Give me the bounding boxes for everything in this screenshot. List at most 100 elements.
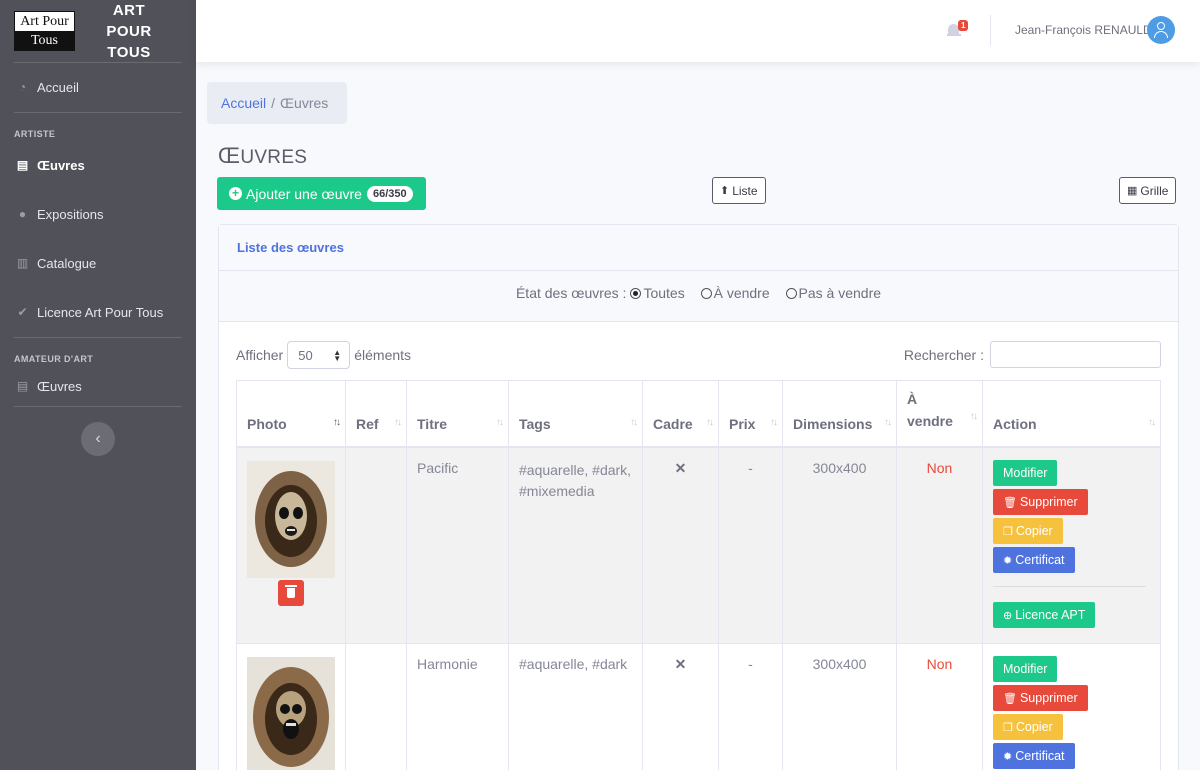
action-cell: Modifier 🗑 Supprimer ❐ Copier ✹ Certificat: [982, 642, 1161, 770]
dashboard-icon: ◔: [18, 80, 27, 94]
column-header-action[interactable]: Action ↑↓: [982, 380, 1161, 448]
trash-icon: 🗑: [1003, 496, 1017, 509]
sidebar-item-label: Catalogue: [37, 256, 97, 271]
users-icon: ●: [18, 207, 27, 221]
table-header-row: Photo ↑↓ Ref ↑↓ Titre ↑↓ Tags ↑↓ Cadre ↑↓ Pri…: [236, 380, 1161, 448]
sort-icon: ↑↓: [970, 410, 978, 422]
sidebar-item-label: Œuvres: [37, 378, 82, 394]
tags-cell: #aquarelle, #dark: [508, 642, 643, 770]
page-length: Afficher 50 ▲ ▼ éléments: [236, 341, 411, 369]
sort-icon: ↑↓: [770, 416, 778, 428]
dimensions-cell: 300x400: [782, 642, 897, 770]
sidebar-item-artist-works[interactable]: ▤ Œuvres: [0, 141, 196, 190]
works-table: Photo ↑↓ Ref ↑↓ Titre ↑↓ Tags ↑↓ Cadre ↑↓ Pri…: [236, 380, 1161, 770]
artwork-thumbnail[interactable]: [247, 656, 335, 770]
edit-button[interactable]: Modifier: [993, 459, 1058, 486]
notification-badge: 1: [958, 20, 969, 31]
column-header-frame[interactable]: Cadre ↑↓: [642, 380, 719, 448]
brand-name: ART POUR TOUS: [106, 1, 152, 61]
grid-icon: ▦: [1127, 185, 1138, 197]
table-row: Pacific #aquarelle, #dark, #mixemedia ✕ …: [236, 446, 1161, 644]
sort-icon: ↑↓: [884, 416, 892, 428]
title-cell: Harmonie: [406, 642, 509, 770]
frame-cell: ✕: [642, 642, 719, 770]
plus-circle-icon: ⊕: [1003, 609, 1013, 622]
frame-cell: ✕: [642, 446, 719, 644]
sidebar-toggle-button[interactable]: ‹: [81, 422, 115, 456]
copy-button[interactable]: ❐ Copier: [993, 713, 1063, 740]
sort-icon: ↑↓: [1148, 416, 1156, 428]
column-header-price[interactable]: Prix ↑↓: [718, 380, 783, 448]
check-circle-icon: ✔: [17, 305, 28, 319]
sort-icon: ↑↓: [630, 416, 638, 428]
column-header-ref[interactable]: Ref ↑↓: [345, 380, 407, 448]
column-header-photo[interactable]: Photo ↑↓: [236, 380, 346, 448]
column-header-for-sale[interactable]: À vendre ↑↓: [896, 380, 983, 448]
breadcrumb-current: Œuvres: [280, 95, 329, 111]
sidebar-item-label: Expositions: [37, 207, 104, 222]
artwork-thumbnail[interactable]: [247, 460, 335, 578]
sort-icon: ↑↓: [394, 416, 402, 428]
photo-cell: [236, 642, 346, 770]
user-icon: [1157, 22, 1165, 30]
topbar-divider: [990, 15, 991, 46]
edit-button[interactable]: Modifier: [993, 655, 1058, 682]
column-header-tags[interactable]: Tags ↑↓: [508, 380, 643, 448]
breadcrumb: Accueil / Œuvres: [207, 82, 347, 124]
photo-cell: [236, 446, 346, 644]
topbar: 1 Jean-François RENAULD: [196, 0, 1200, 62]
certificate-button[interactable]: ✹ Certificat: [993, 742, 1075, 769]
sidebar-item-label: Œuvres: [37, 158, 85, 173]
sidebar-item-catalogue[interactable]: ▥ Catalogue: [0, 239, 196, 288]
avatar[interactable]: [1147, 16, 1175, 44]
sort-icon: ↑↓: [706, 416, 714, 428]
copy-icon: ❐: [1003, 525, 1013, 538]
sidebar-divider: [14, 406, 182, 407]
filter-radio-for-sale[interactable]: [700, 288, 712, 299]
search-input[interactable]: [990, 341, 1161, 368]
grid-view-button[interactable]: ▦ Grille: [1119, 177, 1177, 204]
title-cell: Pacific: [406, 446, 509, 644]
add-work-button[interactable]: + Ajouter une œuvre 66/350: [217, 177, 426, 210]
filter-radio-all[interactable]: [630, 288, 642, 299]
delete-photo-button[interactable]: [278, 579, 304, 606]
trash-icon: 🗑: [1003, 692, 1017, 705]
sidebar-item-home[interactable]: ◔ Accueil: [0, 63, 196, 112]
sidebar-item-exhibitions[interactable]: ● Expositions: [0, 190, 196, 239]
table-row: Harmonie #aquarelle, #dark ✕ - 300x400 N…: [236, 642, 1161, 770]
ref-cell: [345, 642, 407, 770]
breadcrumb-home-link[interactable]: Accueil: [221, 95, 266, 111]
sidebar-item-label: Accueil: [37, 80, 79, 95]
page-length-select[interactable]: 50 ▲ ▼: [287, 341, 351, 369]
trash-icon: [285, 584, 297, 598]
copy-button[interactable]: ❐ Copier: [993, 517, 1063, 544]
column-header-dimensions[interactable]: Dimensions ↑↓: [782, 380, 897, 448]
action-cell: Modifier 🗑 Supprimer ❐ Copier ✹ Certificat …: [982, 446, 1161, 644]
cross-icon: ✕: [674, 655, 687, 672]
chevron-left-icon: ‹: [95, 430, 101, 447]
user-name[interactable]: Jean-François RENAULD: [1015, 23, 1152, 37]
cross-icon: ✕: [674, 459, 687, 476]
action-divider: [993, 585, 1146, 587]
sidebar-item-label: Licence Art Pour Tous: [37, 305, 164, 320]
sidebar-item-amateur-works[interactable]: ▤ Œuvres: [0, 366, 196, 406]
sidebar-heading-amateur: AMATEUR D'ART: [14, 354, 94, 364]
price-cell: -: [718, 642, 783, 770]
status-filter: État des œuvres : Toutes À vendre Pas à v…: [219, 271, 1178, 322]
brand[interactable]: Art Pour Tous ART POUR TOUS: [0, 0, 196, 62]
list-view-button[interactable]: ⬆ Liste: [712, 177, 766, 204]
filter-radio-not-for-sale[interactable]: [785, 288, 797, 299]
filter-label: État des œuvres :: [515, 285, 627, 301]
ref-cell: [345, 446, 407, 644]
delete-button[interactable]: 🗑 Supprimer: [993, 488, 1088, 515]
table-search: Rechercher :: [904, 341, 1161, 368]
license-apt-button[interactable]: ⊕ Licence APT: [993, 601, 1096, 628]
copy-icon: ❐: [1003, 721, 1013, 734]
certificate-icon: ✹: [1003, 554, 1013, 567]
column-header-title[interactable]: Titre ↑↓: [406, 380, 509, 448]
delete-button[interactable]: 🗑 Supprimer: [993, 684, 1088, 711]
certificate-button[interactable]: ✹ Certificat: [993, 546, 1075, 573]
price-cell: -: [718, 446, 783, 644]
sidebar-item-license[interactable]: ✔ Licence Art Pour Tous: [0, 288, 196, 337]
works-card: Liste des œuvres État des œuvres : Toutes…: [218, 224, 1179, 770]
